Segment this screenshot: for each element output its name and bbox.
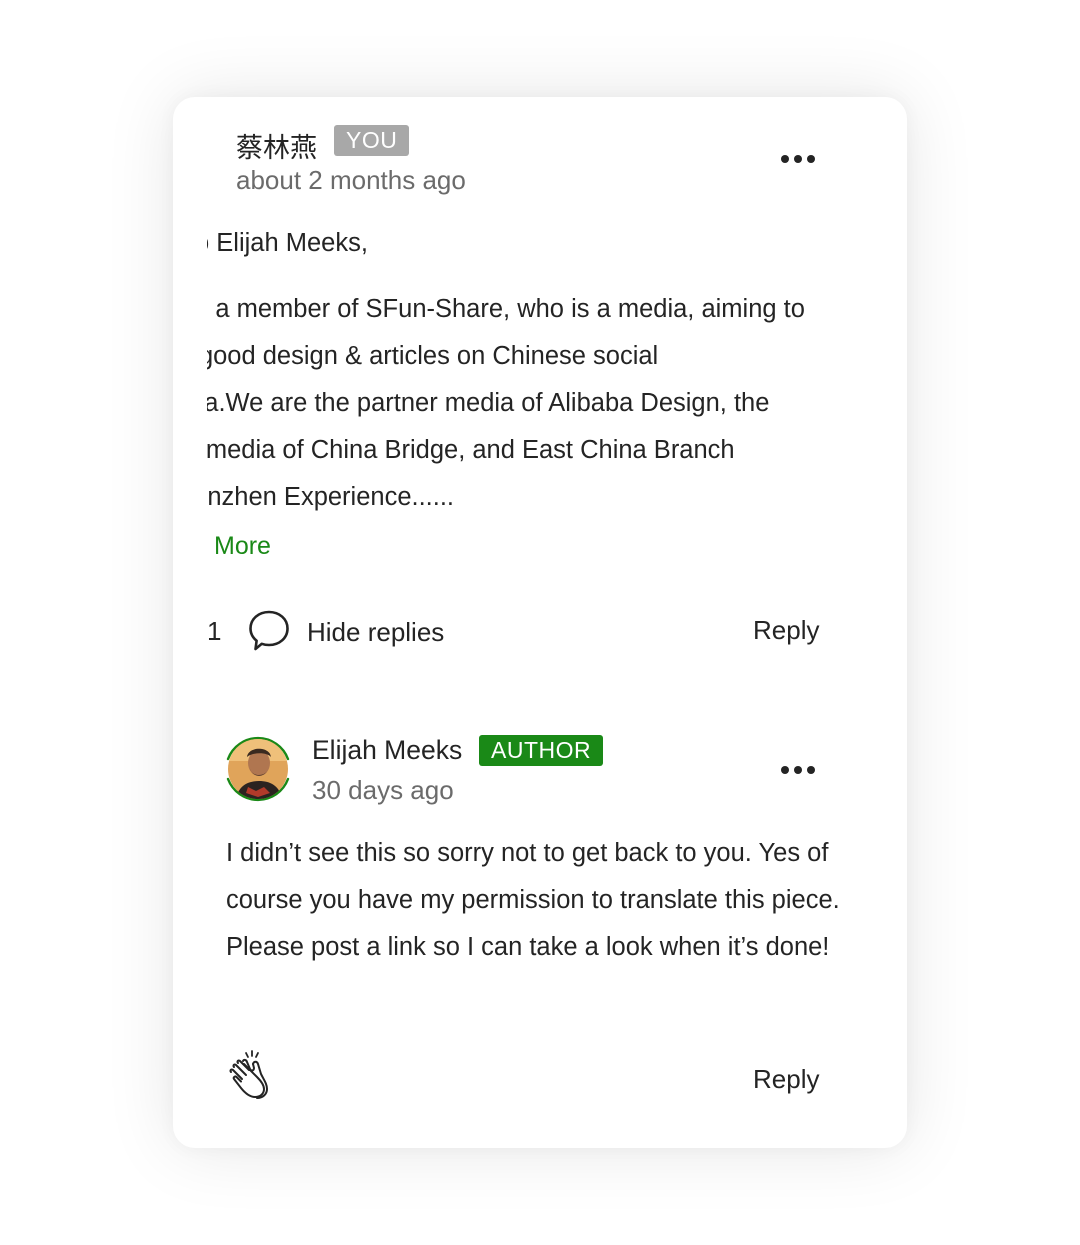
more-horizontal-icon bbox=[781, 155, 789, 163]
more-link[interactable]: More bbox=[214, 532, 271, 561]
author-avatar[interactable] bbox=[220, 731, 296, 807]
page-background: 蔡林燕 YOU about 2 months ago o Elijah Meek… bbox=[0, 0, 1080, 1245]
commenter-avatar[interactable] bbox=[207, 131, 217, 183]
author-badge: AUTHOR bbox=[479, 735, 604, 766]
reply-count: 1 bbox=[207, 616, 222, 646]
reply-body: I didn’t see this so sorry not to get ba… bbox=[226, 839, 840, 961]
reply-to-author-button[interactable]: Reply bbox=[753, 1064, 819, 1095]
author-username[interactable]: Elijah Meeks bbox=[312, 735, 462, 766]
commenter-username[interactable]: 蔡林燕 bbox=[236, 126, 317, 165]
comment-line: Shenzhen Experience...... bbox=[207, 483, 455, 511]
comment-card: 蔡林燕 YOU about 2 months ago o Elijah Meek… bbox=[173, 97, 907, 1148]
comment-body: m a member of SFun-Share, who is a media… bbox=[207, 286, 847, 521]
clap-button[interactable] bbox=[223, 1048, 275, 1100]
reply-more-options-button[interactable] bbox=[781, 764, 815, 776]
reply-button[interactable]: Reply bbox=[753, 615, 819, 646]
comment-greeting: o Elijah Meeks, bbox=[207, 220, 847, 267]
speech-bubble-icon[interactable] bbox=[247, 608, 291, 652]
comment-line: media.We are the partner media of Alibab… bbox=[207, 389, 770, 417]
comment-line: o Elijah Meeks, bbox=[207, 229, 368, 257]
clap-hands-icon bbox=[229, 1050, 268, 1099]
comment-line: m a member of SFun-Share, who is a media… bbox=[207, 295, 805, 323]
more-horizontal-icon bbox=[781, 766, 789, 774]
comment-timestamp: about 2 months ago bbox=[236, 165, 466, 195]
hide-replies-button[interactable]: Hide replies bbox=[307, 617, 444, 648]
you-badge: YOU bbox=[334, 125, 410, 156]
comment-more-options-button[interactable] bbox=[781, 153, 815, 165]
comment-line: partner media of China Bridge, and East … bbox=[207, 436, 735, 464]
comment-line: are good design & articles on Chinese so… bbox=[207, 342, 659, 370]
reply-timestamp: 30 days ago bbox=[312, 775, 454, 805]
